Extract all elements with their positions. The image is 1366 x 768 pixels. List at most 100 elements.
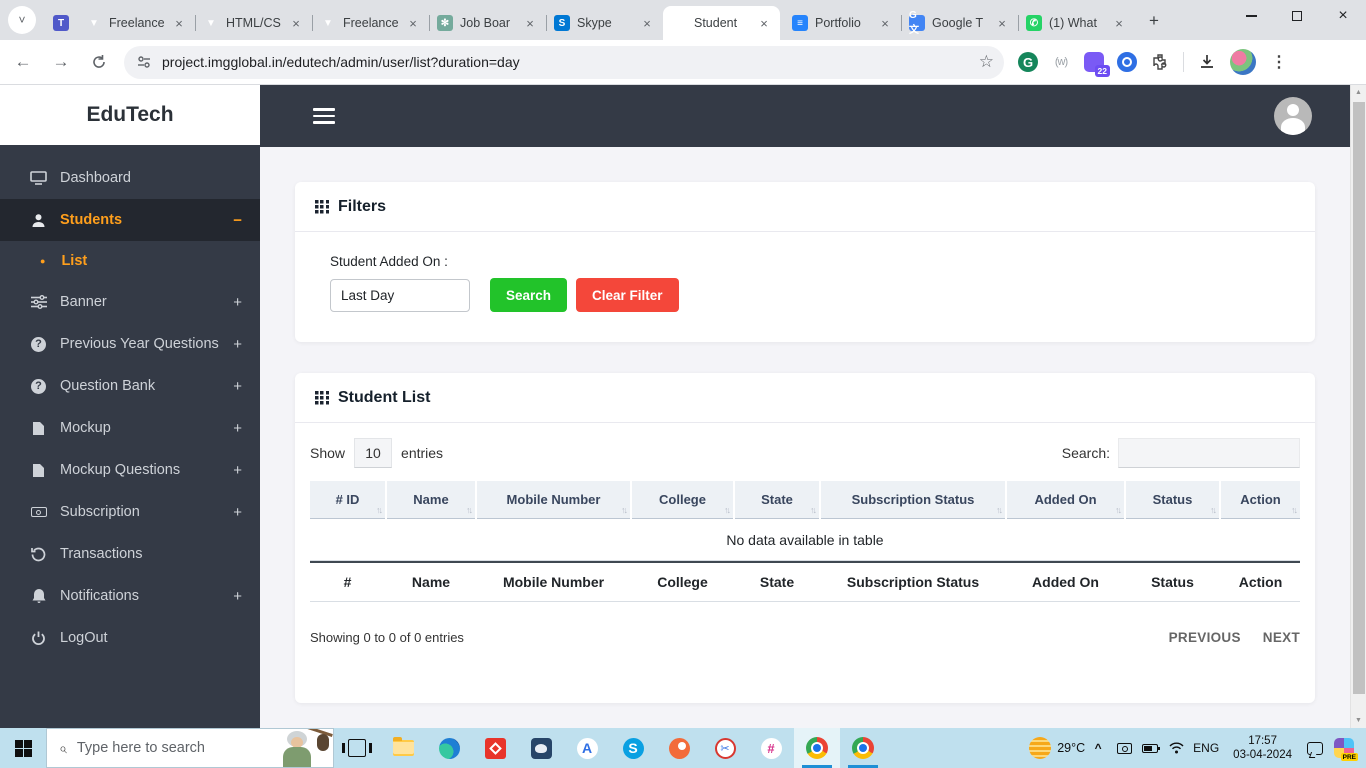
sort-icon[interactable]: ↑↓ — [466, 505, 473, 515]
close-icon[interactable]: × — [288, 15, 304, 31]
bookmark-star-icon[interactable]: ☆ — [979, 52, 994, 72]
maximize-button[interactable] — [1274, 0, 1320, 32]
close-icon[interactable]: × — [405, 15, 421, 31]
sort-icon[interactable]: ↑↓ — [724, 505, 731, 515]
sort-icon[interactable]: ↑↓ — [621, 505, 628, 515]
column-header-status[interactable]: Status ↑↓ — [1126, 481, 1219, 519]
app-a-button[interactable]: A — [564, 728, 610, 768]
close-icon[interactable]: × — [522, 15, 538, 31]
forward-button[interactable]: → — [46, 47, 76, 77]
scroll-up-icon[interactable]: ▲ — [1351, 85, 1366, 100]
back-button[interactable]: ← — [8, 47, 38, 77]
edge-button[interactable] — [426, 728, 472, 768]
scrollbar-thumb[interactable] — [1353, 102, 1365, 694]
expand-icon[interactable]: + — [233, 588, 242, 605]
sort-icon[interactable]: ↑↓ — [1115, 505, 1122, 515]
hidden-icons-button[interactable]: ^ — [1085, 728, 1111, 768]
brand-logo[interactable]: EduTech — [0, 85, 260, 145]
new-tab-button[interactable]: + — [1141, 8, 1167, 34]
tab-job-board[interactable]: ✻ Job Boar × — [429, 6, 546, 40]
tab-student-active[interactable]: ◍ Student × — [663, 6, 780, 40]
tab-freelancer-2[interactable]: ▼ Freelance × — [312, 6, 429, 40]
sidebar-item-students[interactable]: Students − — [0, 199, 260, 241]
scroll-down-icon[interactable]: ▼ — [1351, 713, 1366, 728]
taskbar-search[interactable]: ⌕ Type here to search — [46, 728, 334, 768]
chrome-button-2[interactable] — [840, 728, 886, 768]
address-bar[interactable]: project.imgglobal.in/edutech/admin/user/… — [124, 45, 1004, 79]
task-view-button[interactable] — [334, 728, 380, 768]
cast-button[interactable] — [1111, 728, 1137, 768]
url-text[interactable]: project.imgglobal.in/edutech/admin/user/… — [162, 54, 979, 70]
network-button[interactable] — [1163, 728, 1189, 768]
skype-button[interactable]: S — [610, 728, 656, 768]
tab-search-button[interactable]: ˅ — [8, 6, 36, 34]
pinned-tab-teams[interactable]: T — [44, 6, 78, 40]
entries-select[interactable]: 10 — [354, 438, 393, 468]
language-button[interactable]: ENG — [1189, 728, 1223, 768]
close-icon[interactable]: × — [171, 15, 187, 31]
slack-button[interactable]: # — [748, 728, 794, 768]
grammarly-icon[interactable]: G — [1018, 52, 1038, 72]
next-page-button[interactable]: NEXT — [1263, 630, 1300, 645]
sidebar-item-subscription[interactable]: Subscription + — [0, 491, 260, 533]
weather-icon[interactable] — [1029, 737, 1052, 759]
sort-icon[interactable]: ↑↓ — [810, 505, 817, 515]
close-icon[interactable]: × — [994, 15, 1010, 31]
anydesk-button[interactable] — [472, 728, 518, 768]
tab-htmlcss[interactable]: ▼ HTML/CS × — [195, 6, 312, 40]
search-button[interactable]: Search — [490, 278, 568, 312]
column-header-name[interactable]: Name ↑↓ — [387, 481, 475, 519]
reload-button[interactable] — [84, 47, 114, 77]
postman-button[interactable] — [656, 728, 702, 768]
temperature-text[interactable]: 29°C — [1057, 741, 1085, 755]
sort-icon[interactable]: ↑↓ — [996, 505, 1003, 515]
sidebar-item-mockup-questions[interactable]: Mockup Questions + — [0, 449, 260, 491]
purple-extension-icon[interactable]: 22 — [1084, 52, 1110, 77]
sidebar-item-previous-year-questions[interactable]: ? Previous Year Questions + — [0, 323, 260, 365]
blue-extension-icon[interactable] — [1117, 52, 1137, 72]
extensions-puzzle-icon[interactable] — [1150, 52, 1170, 72]
close-icon[interactable]: × — [1111, 15, 1127, 31]
table-search-input[interactable] — [1118, 438, 1300, 468]
column-header-college[interactable]: College ↑↓ — [632, 481, 733, 519]
tab-portfolio[interactable]: ≡ Portfolio × — [784, 6, 901, 40]
sidebar-item-list[interactable]: ● List — [0, 241, 260, 281]
copilot-button[interactable]: PRE — [1334, 738, 1358, 761]
close-icon[interactable]: × — [756, 15, 772, 31]
expand-icon[interactable]: + — [233, 462, 242, 479]
expand-icon[interactable]: + — [233, 378, 242, 395]
column-header-state[interactable]: State ↑↓ — [735, 481, 819, 519]
user-avatar[interactable] — [1274, 97, 1312, 135]
file-explorer-button[interactable] — [380, 728, 426, 768]
column-header-id[interactable]: # ID ↑↓ — [310, 481, 385, 519]
sidebar-item-logout[interactable]: LogOut — [0, 617, 260, 659]
close-icon[interactable]: × — [877, 15, 893, 31]
expand-icon[interactable]: + — [233, 504, 242, 521]
previous-page-button[interactable]: PREVIOUS — [1169, 630, 1241, 645]
sidebar-item-question-bank[interactable]: ? Question Bank + — [0, 365, 260, 407]
browser-menu-button[interactable]: ⋮ — [1269, 52, 1289, 72]
sidebar-item-notifications[interactable]: Notifications + — [0, 575, 260, 617]
battery-button[interactable] — [1137, 728, 1163, 768]
sidebar-item-transactions[interactable]: Transactions — [0, 533, 260, 575]
expand-icon[interactable]: + — [233, 336, 242, 353]
column-header-action[interactable]: Action ↑↓ — [1221, 481, 1300, 519]
notification-center-button[interactable] — [1302, 728, 1328, 768]
expand-icon[interactable]: + — [233, 294, 242, 311]
sidebar-item-mockup[interactable]: Mockup + — [0, 407, 260, 449]
pgadmin-button[interactable] — [518, 728, 564, 768]
browser-profile-avatar[interactable] — [1230, 49, 1256, 75]
column-header-mobile[interactable]: Mobile Number ↑↓ — [477, 481, 630, 519]
site-settings-icon[interactable] — [136, 54, 152, 70]
snipping-tool-button[interactable]: ✂ — [702, 728, 748, 768]
close-icon[interactable]: × — [639, 15, 655, 31]
minimize-button[interactable] — [1228, 0, 1274, 32]
clock[interactable]: 17:57 03-04-2024 — [1233, 734, 1292, 763]
tab-google-translate[interactable]: G文 Google T × — [901, 6, 1018, 40]
expand-icon[interactable]: + — [233, 420, 242, 437]
collapse-icon[interactable]: − — [233, 212, 242, 229]
sort-icon[interactable]: ↑↓ — [1210, 505, 1217, 515]
sort-icon[interactable]: ↑↓ — [1291, 505, 1298, 515]
sidebar-item-banner[interactable]: Banner + — [0, 281, 260, 323]
tab-freelancer-1[interactable]: ▼ Freelance × — [78, 6, 195, 40]
